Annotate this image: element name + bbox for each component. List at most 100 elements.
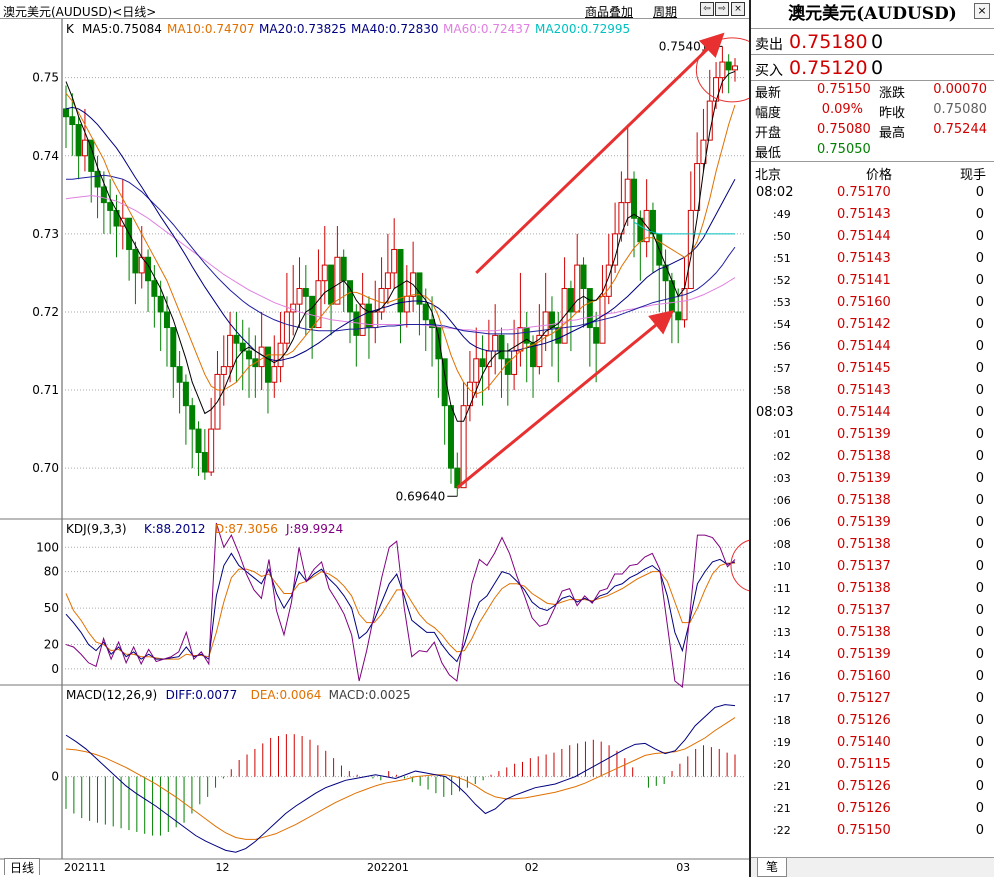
tick-volume: 0 xyxy=(975,515,984,530)
tick-row[interactable]: :08 0.75138 0 xyxy=(751,535,994,557)
tick-volume: 0 xyxy=(975,625,984,640)
tick-time: :18 xyxy=(773,714,791,727)
tick-time: :21 xyxy=(773,802,791,815)
chart-title: 澳元美元(AUDUSD)<日线> xyxy=(3,5,157,19)
tick-row[interactable]: :50 0.75144 0 xyxy=(751,227,994,249)
tick-time: 08:03 xyxy=(756,405,794,420)
tick-volume: 0 xyxy=(975,647,984,662)
ma-legend-item: MA60:0.72437 xyxy=(443,22,531,36)
tick-time: :14 xyxy=(773,648,791,661)
tick-price: 0.75139 xyxy=(837,515,891,530)
tick-time: :06 xyxy=(773,516,791,529)
candle-body xyxy=(208,428,215,473)
tick-row[interactable]: :13 0.75138 0 xyxy=(751,623,994,645)
period-tab-daily[interactable]: 日线 xyxy=(4,858,40,875)
stat-value: 0.75150 xyxy=(817,82,871,97)
tick-price: 0.75126 xyxy=(837,713,891,728)
tick-row[interactable]: :22 0.75150 0 xyxy=(751,821,994,843)
tick-row[interactable]: :49 0.75143 0 xyxy=(751,205,994,227)
candle-body xyxy=(498,334,505,360)
tick-price: 0.75138 xyxy=(837,493,891,508)
tick-row[interactable]: :01 0.75139 0 xyxy=(751,425,994,447)
buy-size: 0 xyxy=(871,57,884,79)
close-chart-icon[interactable]: × xyxy=(731,2,745,16)
candle-body xyxy=(732,65,738,71)
nav-right-icon[interactable]: ⇨ xyxy=(715,2,729,16)
candle-body xyxy=(681,288,688,321)
candle-body xyxy=(637,217,644,243)
tick-volume: 0 xyxy=(975,691,984,706)
tick-price: 0.75143 xyxy=(837,207,891,222)
chart-toolbar: 澳元美元(AUDUSD)<日线> 商品叠加 周期 ⇦ ⇨ × xyxy=(0,0,749,19)
candle-body xyxy=(309,295,316,329)
candle-body xyxy=(195,428,202,454)
tick-volume: 0 xyxy=(975,427,984,442)
period-link[interactable]: 周期 xyxy=(653,3,677,20)
tick-row[interactable]: :21 0.75126 0 xyxy=(751,777,994,799)
tick-row[interactable]: :06 0.75139 0 xyxy=(751,513,994,535)
candle-body xyxy=(157,295,164,313)
buy-price: 0.75120 xyxy=(789,57,868,79)
tick-row[interactable]: :53 0.75160 0 xyxy=(751,293,994,315)
tick-row[interactable]: :20 0.75115 0 xyxy=(751,755,994,777)
chart-area[interactable]: 0.75 0.74 0.73 0.72 0.71 0.70 0.75401 0.69640 1… xyxy=(0,19,749,877)
candle-body xyxy=(132,248,139,274)
tick-volume: 0 xyxy=(975,405,984,420)
ma-legend-item: MA10:0.74707 xyxy=(167,22,255,36)
tick-row[interactable]: :51 0.75143 0 xyxy=(751,249,994,271)
tick-time: :12 xyxy=(773,604,791,617)
tick-row[interactable]: :11 0.75138 0 xyxy=(751,579,994,601)
overlay-link[interactable]: 商品叠加 xyxy=(585,3,633,20)
tick-row[interactable]: :56 0.75144 0 xyxy=(751,337,994,359)
tick-tab[interactable]: 笔 xyxy=(757,858,787,877)
tick-price: 0.75145 xyxy=(837,361,891,376)
close-icon[interactable]: × xyxy=(974,3,990,19)
tick-price: 0.75141 xyxy=(837,273,891,288)
kdj-tick-label: 80 xyxy=(44,565,59,579)
candle-body xyxy=(328,264,335,305)
tick-time: :16 xyxy=(773,670,791,683)
candle-body xyxy=(473,358,480,383)
candle-body xyxy=(227,334,234,368)
tick-row[interactable]: :54 0.75142 0 xyxy=(751,315,994,337)
tick-row[interactable]: :17 0.75127 0 xyxy=(751,689,994,711)
tick-row[interactable]: :03 0.75139 0 xyxy=(751,469,994,491)
tick-row[interactable]: :21 0.75126 0 xyxy=(751,799,994,821)
tick-row[interactable]: :52 0.75141 0 xyxy=(751,271,994,293)
candle-body xyxy=(220,366,227,375)
candle-body xyxy=(517,327,524,352)
candle-body xyxy=(107,202,114,211)
ma-legend-item: MA40:0.72830 xyxy=(351,22,439,36)
kdj-tick-label: 0 xyxy=(51,662,59,676)
ticks-col-price: 价格 xyxy=(866,168,893,183)
candle-body xyxy=(593,327,600,344)
tick-row[interactable]: :06 0.75138 0 xyxy=(751,491,994,513)
stat-value-2: 0.75080 xyxy=(933,102,987,117)
tick-time: :19 xyxy=(773,736,791,749)
tick-row[interactable]: :14 0.75139 0 xyxy=(751,645,994,667)
kdj-tick-label: 100 xyxy=(36,540,59,554)
kdj-label: KDJ(9,3,3) xyxy=(66,522,127,536)
sell-row[interactable]: 卖出 0.75180 0 xyxy=(751,28,994,54)
tick-volume: 0 xyxy=(975,317,984,332)
symbol-title: 澳元美元(AUDUSD) xyxy=(788,4,957,24)
tick-row[interactable]: :02 0.75138 0 xyxy=(751,447,994,469)
tick-price: 0.75143 xyxy=(837,383,891,398)
nav-left-icon[interactable]: ⇦ xyxy=(700,2,714,16)
buy-row[interactable]: 买入 0.75120 0 xyxy=(751,54,994,80)
stats-divider xyxy=(751,80,994,81)
tick-row[interactable]: :12 0.75137 0 xyxy=(751,601,994,623)
quote-panel: 澳元美元(AUDUSD) × 卖出 0.75180 0 买入 0.75120 0… xyxy=(749,0,994,877)
tick-row[interactable]: :57 0.75145 0 xyxy=(751,359,994,381)
candle-body xyxy=(548,311,555,329)
stat-value: 0.75050 xyxy=(817,142,871,157)
tick-row[interactable]: 08:02 0.75170 0 xyxy=(751,183,994,205)
tick-row[interactable]: 08:03 0.75144 0 xyxy=(751,403,994,425)
tick-row[interactable]: :18 0.75126 0 xyxy=(751,711,994,733)
candle-body xyxy=(416,272,423,305)
tick-row[interactable]: :19 0.75140 0 xyxy=(751,733,994,755)
tick-row[interactable]: :10 0.75137 0 xyxy=(751,557,994,579)
tick-row[interactable]: :16 0.75160 0 xyxy=(751,667,994,689)
tick-row[interactable]: :58 0.75143 0 xyxy=(751,381,994,403)
tick-volume: 0 xyxy=(975,581,984,596)
